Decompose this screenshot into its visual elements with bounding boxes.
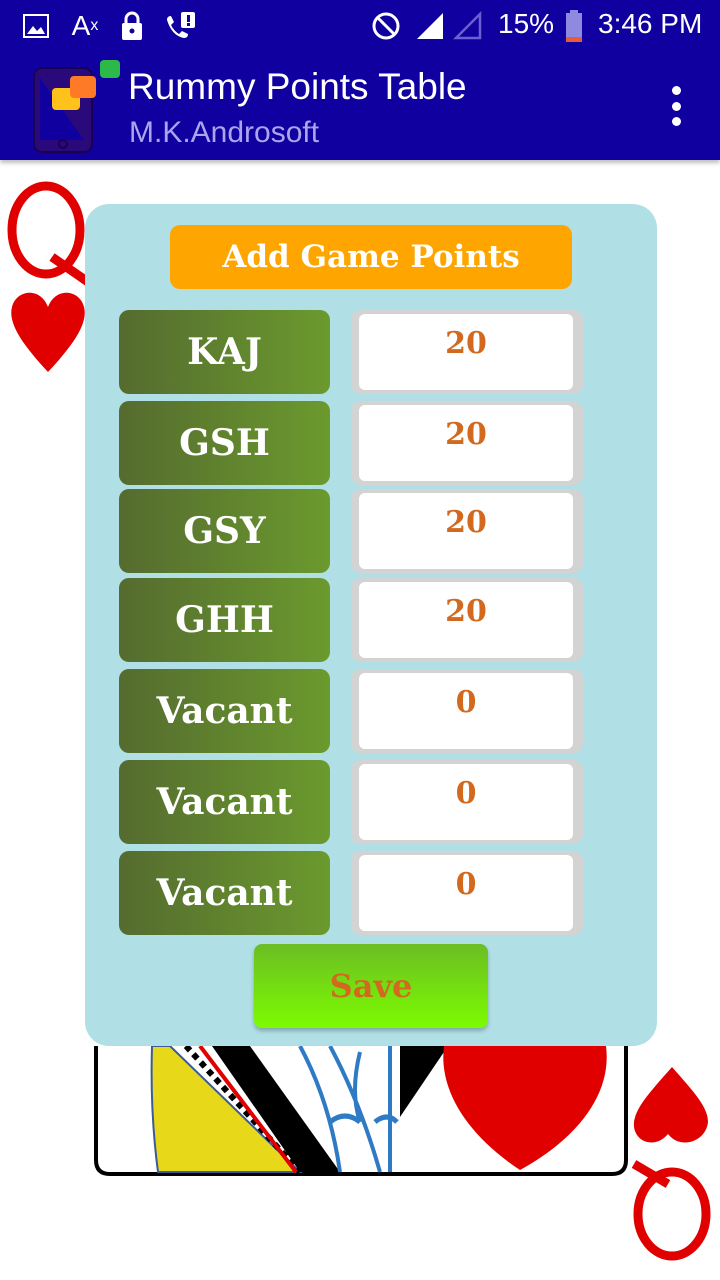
points-input[interactable] — [359, 405, 573, 481]
player-name-label: KAJ — [119, 310, 330, 394]
app-title: Rummy Points Table — [128, 66, 467, 107]
clock: 3:46 PM — [598, 8, 703, 39]
player-name-label: Vacant — [119, 669, 330, 753]
add-points-dialog: Add Game Points KAJ GSH GSY GHH Vacant V… — [85, 204, 657, 1046]
points-input[interactable] — [359, 764, 573, 840]
points-field-frame — [351, 669, 583, 753]
points-field-frame — [351, 489, 583, 573]
app-subtitle: M.K.Androsoft — [129, 116, 320, 149]
card-rank-top — [7, 181, 91, 286]
app-logo-icon — [30, 58, 126, 154]
battery-icon — [564, 10, 584, 42]
points-input[interactable] — [359, 582, 573, 658]
player-name-label: Vacant — [119, 851, 330, 935]
card-rank-bottom — [631, 1160, 711, 1261]
app-bar: Rummy Points Table M.K.Androsoft — [0, 52, 720, 160]
phone-alert-icon — [162, 10, 198, 42]
menu-dot — [671, 86, 681, 95]
points-input[interactable] — [359, 314, 573, 390]
points-input[interactable] — [359, 855, 573, 931]
more-vert-icon[interactable] — [660, 86, 692, 126]
points-field-frame — [351, 310, 583, 394]
points-field-frame — [351, 851, 583, 935]
signal-empty-icon — [452, 10, 484, 42]
points-field-frame — [351, 401, 583, 485]
player-name-label: GSH — [119, 401, 330, 485]
heart-suit-bottom-icon — [633, 1067, 708, 1143]
player-name-label: GSY — [119, 489, 330, 573]
battery-percent: 15% — [498, 8, 555, 39]
image-icon — [22, 10, 50, 42]
points-input[interactable] — [359, 493, 573, 569]
points-field-frame — [351, 578, 583, 662]
player-name-label: Vacant — [119, 760, 330, 844]
dialog-title: Add Game Points — [170, 225, 572, 289]
points-field-frame — [351, 760, 583, 844]
lock-icon — [118, 10, 146, 42]
text-format-icon: Ax — [71, 10, 99, 41]
heart-suit-top-icon — [11, 292, 85, 372]
do-not-disturb-icon — [370, 10, 402, 42]
menu-dot — [671, 101, 681, 111]
status-bar: Ax 15% 3:46 PM — [0, 0, 720, 52]
signal-full-icon — [414, 10, 446, 42]
save-button[interactable]: Save — [254, 944, 488, 1028]
points-input[interactable] — [359, 673, 573, 749]
menu-dot — [671, 117, 681, 126]
player-name-label: GHH — [119, 578, 330, 662]
